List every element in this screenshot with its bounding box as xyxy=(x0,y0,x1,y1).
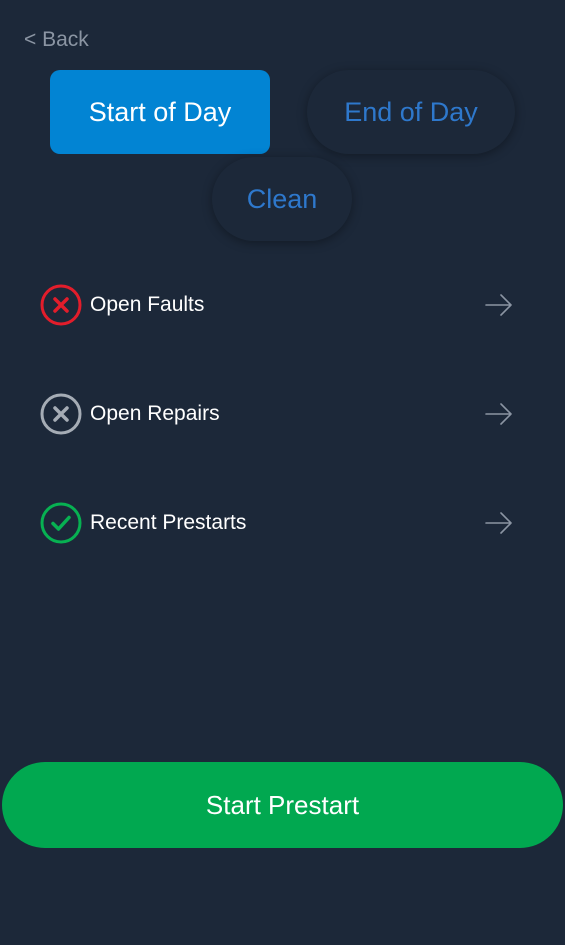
x-circle-icon xyxy=(40,284,82,326)
start-prestart-button[interactable]: Start Prestart xyxy=(2,762,563,848)
arrow-right-icon xyxy=(485,403,512,425)
check-circle-icon xyxy=(40,502,82,544)
list-item-label: Recent Prestarts xyxy=(90,511,247,534)
arrow-right-icon xyxy=(485,294,512,316)
list-item-open-faults[interactable]: Open Faults xyxy=(40,282,515,328)
x-circle-icon xyxy=(40,393,82,435)
list-item-recent-prestarts[interactable]: Recent Prestarts xyxy=(40,500,515,546)
arrow-right-icon xyxy=(485,512,512,534)
list-item-label: Open Faults xyxy=(90,293,205,316)
list-item-label: Open Repairs xyxy=(90,402,220,425)
tab-end-of-day[interactable]: End of Day xyxy=(307,70,515,154)
tab-clean[interactable]: Clean xyxy=(212,157,352,241)
back-link[interactable]: < Back xyxy=(24,28,89,52)
tab-start-of-day[interactable]: Start of Day xyxy=(50,70,270,154)
list-item-open-repairs[interactable]: Open Repairs xyxy=(40,391,515,437)
